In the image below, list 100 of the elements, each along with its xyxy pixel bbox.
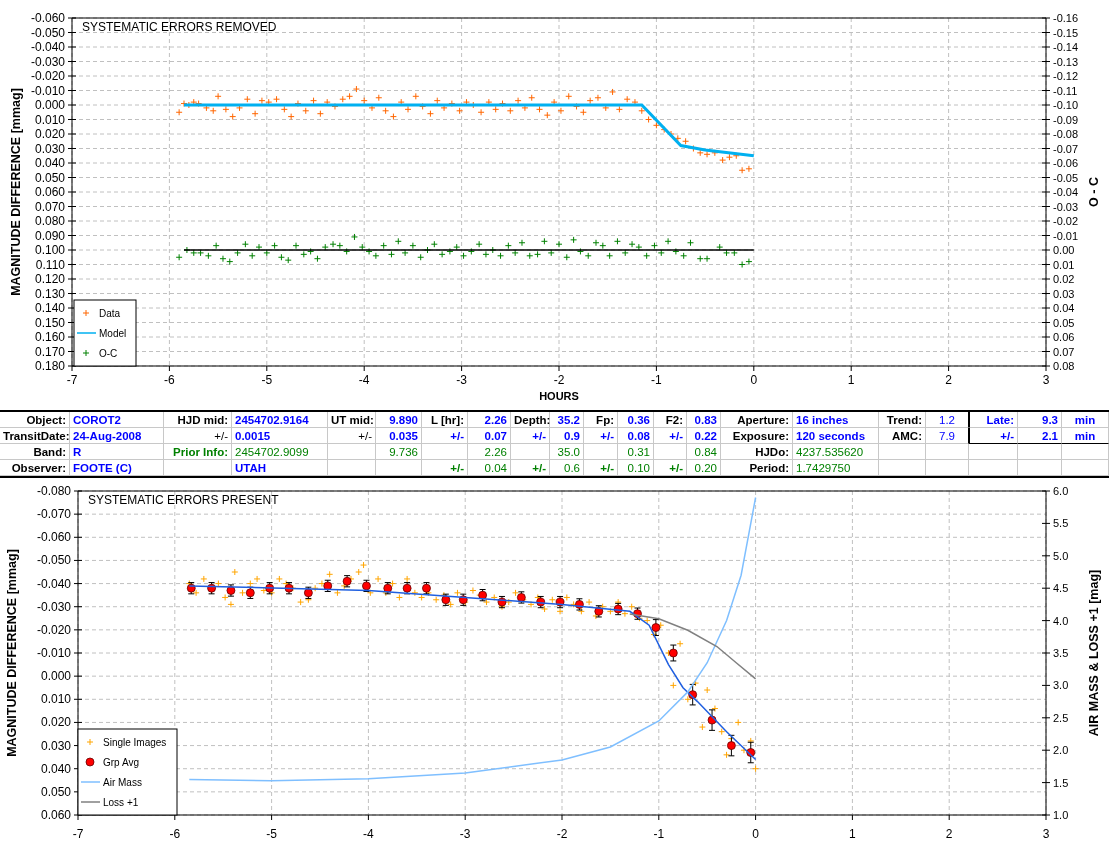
y-tick-label: 0.030	[34, 141, 65, 156]
y-tick-label: 0.160	[34, 330, 65, 344]
field-value: 0.20	[687, 460, 721, 476]
table-cell	[1062, 444, 1109, 460]
field-label: UT mid:	[328, 412, 376, 428]
y-tick-label: 3.5	[1053, 647, 1069, 659]
error-bar-dot	[402, 582, 412, 595]
table-cell	[422, 444, 468, 460]
y-tick-label: 0.060	[40, 808, 71, 822]
field-label: +/-	[422, 460, 468, 476]
table-cell	[926, 444, 969, 460]
y-tick-label: 0.170	[34, 344, 65, 359]
field-value: 2.1	[1018, 428, 1062, 444]
legend-label: Air Mass	[103, 777, 142, 788]
field-value: 24-Aug-2008	[70, 428, 164, 444]
x-tick-label: -1	[651, 373, 662, 387]
y-tick-label: -0.15	[1053, 26, 1079, 39]
field-value: +/-	[511, 428, 550, 444]
x-tick-label: -5	[266, 827, 277, 841]
y-axis-title: O - C	[1087, 177, 1101, 207]
y-tick-label: 0.140	[34, 301, 65, 315]
field-value: 0.035	[376, 428, 422, 444]
field-value: 4237.535620	[793, 444, 879, 460]
field-value: 1.2	[926, 412, 969, 428]
legend-label: Model	[99, 328, 127, 339]
x-tick-label: -2	[556, 827, 568, 841]
y-tick-label: 0.120	[34, 272, 65, 286]
error-bar-dot	[516, 591, 526, 604]
field-value: 0.31	[618, 444, 654, 460]
field-label: Fp:	[584, 412, 618, 428]
table-cell	[879, 460, 926, 476]
error-bar-dot	[226, 584, 236, 597]
y-tick-label: 4.5	[1053, 582, 1069, 595]
error-bar-dot	[342, 575, 352, 588]
table-cell	[1018, 444, 1062, 460]
field-value: 2454702.9164	[232, 412, 328, 428]
y-tick-label: 0.180	[34, 359, 65, 373]
error-bar-dot	[458, 593, 468, 606]
error-bar-dot	[707, 709, 717, 731]
y-tick-label: 0.040	[34, 156, 65, 170]
y-tick-label: -0.030	[36, 599, 71, 614]
table-cell	[1062, 460, 1109, 476]
field-value: +/-	[969, 428, 1018, 444]
field-label: Exposure:	[721, 428, 793, 444]
field-value: 0.84	[687, 444, 721, 460]
legend-label: Single Images	[103, 737, 167, 748]
y-tick-label: 0.030	[40, 738, 71, 753]
point	[727, 741, 736, 750]
y-tick-label: -0.020	[30, 69, 65, 83]
legend-label: O-C	[99, 348, 118, 359]
field-value: 0.08	[618, 428, 654, 444]
y-tick-label: -0.040	[36, 576, 71, 591]
field-label: +/-	[654, 460, 687, 476]
legend-label: Grp Avg	[103, 757, 139, 768]
y-tick-label: -0.05	[1053, 171, 1079, 184]
field-label: Depth:	[511, 412, 550, 428]
error-bar-dot	[383, 582, 393, 595]
field-value: 0.10	[618, 460, 654, 476]
y-tick-label: -0.10	[1053, 99, 1079, 111]
field-value: +/-	[328, 428, 376, 444]
y-axis-title: MAGNITUDE DIFFERENCE [mmag]	[5, 549, 19, 757]
legend-line-sample	[76, 332, 97, 334]
y-tick-label: -0.09	[1053, 113, 1079, 126]
y-tick-label: 0.06	[1053, 331, 1075, 343]
error-bar-dot	[555, 595, 565, 609]
field-value: +/-	[654, 428, 687, 444]
error-bar-dot	[85, 757, 95, 767]
y-tick-label: 5.5	[1053, 517, 1069, 530]
error-bar-dot	[362, 579, 371, 592]
field-label: Band:	[0, 444, 70, 460]
table-cell	[926, 460, 969, 476]
y-tick-label: -0.12	[1053, 70, 1079, 82]
field-label: Object:	[0, 412, 70, 428]
y-tick-label: 2.5	[1053, 711, 1069, 724]
field-value: 2.26	[468, 444, 511, 460]
y-tick-label: 0.130	[34, 286, 65, 301]
error-bar-dot	[497, 595, 507, 609]
field-value: 9.3	[1018, 412, 1062, 428]
y-tick-label: -0.13	[1053, 55, 1079, 68]
y-tick-label: 4.0	[1053, 614, 1069, 627]
y-tick-label: 0.010	[40, 692, 71, 707]
y-tick-label: -0.010	[30, 83, 65, 98]
field-value: 0.6	[550, 460, 584, 476]
field-value: 0.04	[468, 460, 511, 476]
y-tick-label: -0.07	[1053, 142, 1079, 155]
table-cell	[654, 444, 687, 460]
legend-label: Data	[99, 308, 121, 319]
y-tick-label: 2.0	[1053, 744, 1069, 757]
x-tick-label: -3	[456, 373, 467, 387]
x-tick-label: 0	[752, 827, 759, 841]
y-tick-label: -0.070	[36, 507, 71, 522]
table-cell	[969, 444, 1018, 460]
field-value: 2.26	[468, 412, 511, 428]
y-tick-label: 0.110	[35, 257, 65, 272]
field-value: 35.2	[550, 412, 584, 428]
y-tick-label: 0.020	[34, 127, 65, 141]
y-tick-label: 0.070	[34, 199, 65, 214]
y-tick-label: 0.080	[34, 214, 65, 228]
field-value: 9.890	[376, 412, 422, 428]
error-bar-dot	[746, 741, 756, 764]
